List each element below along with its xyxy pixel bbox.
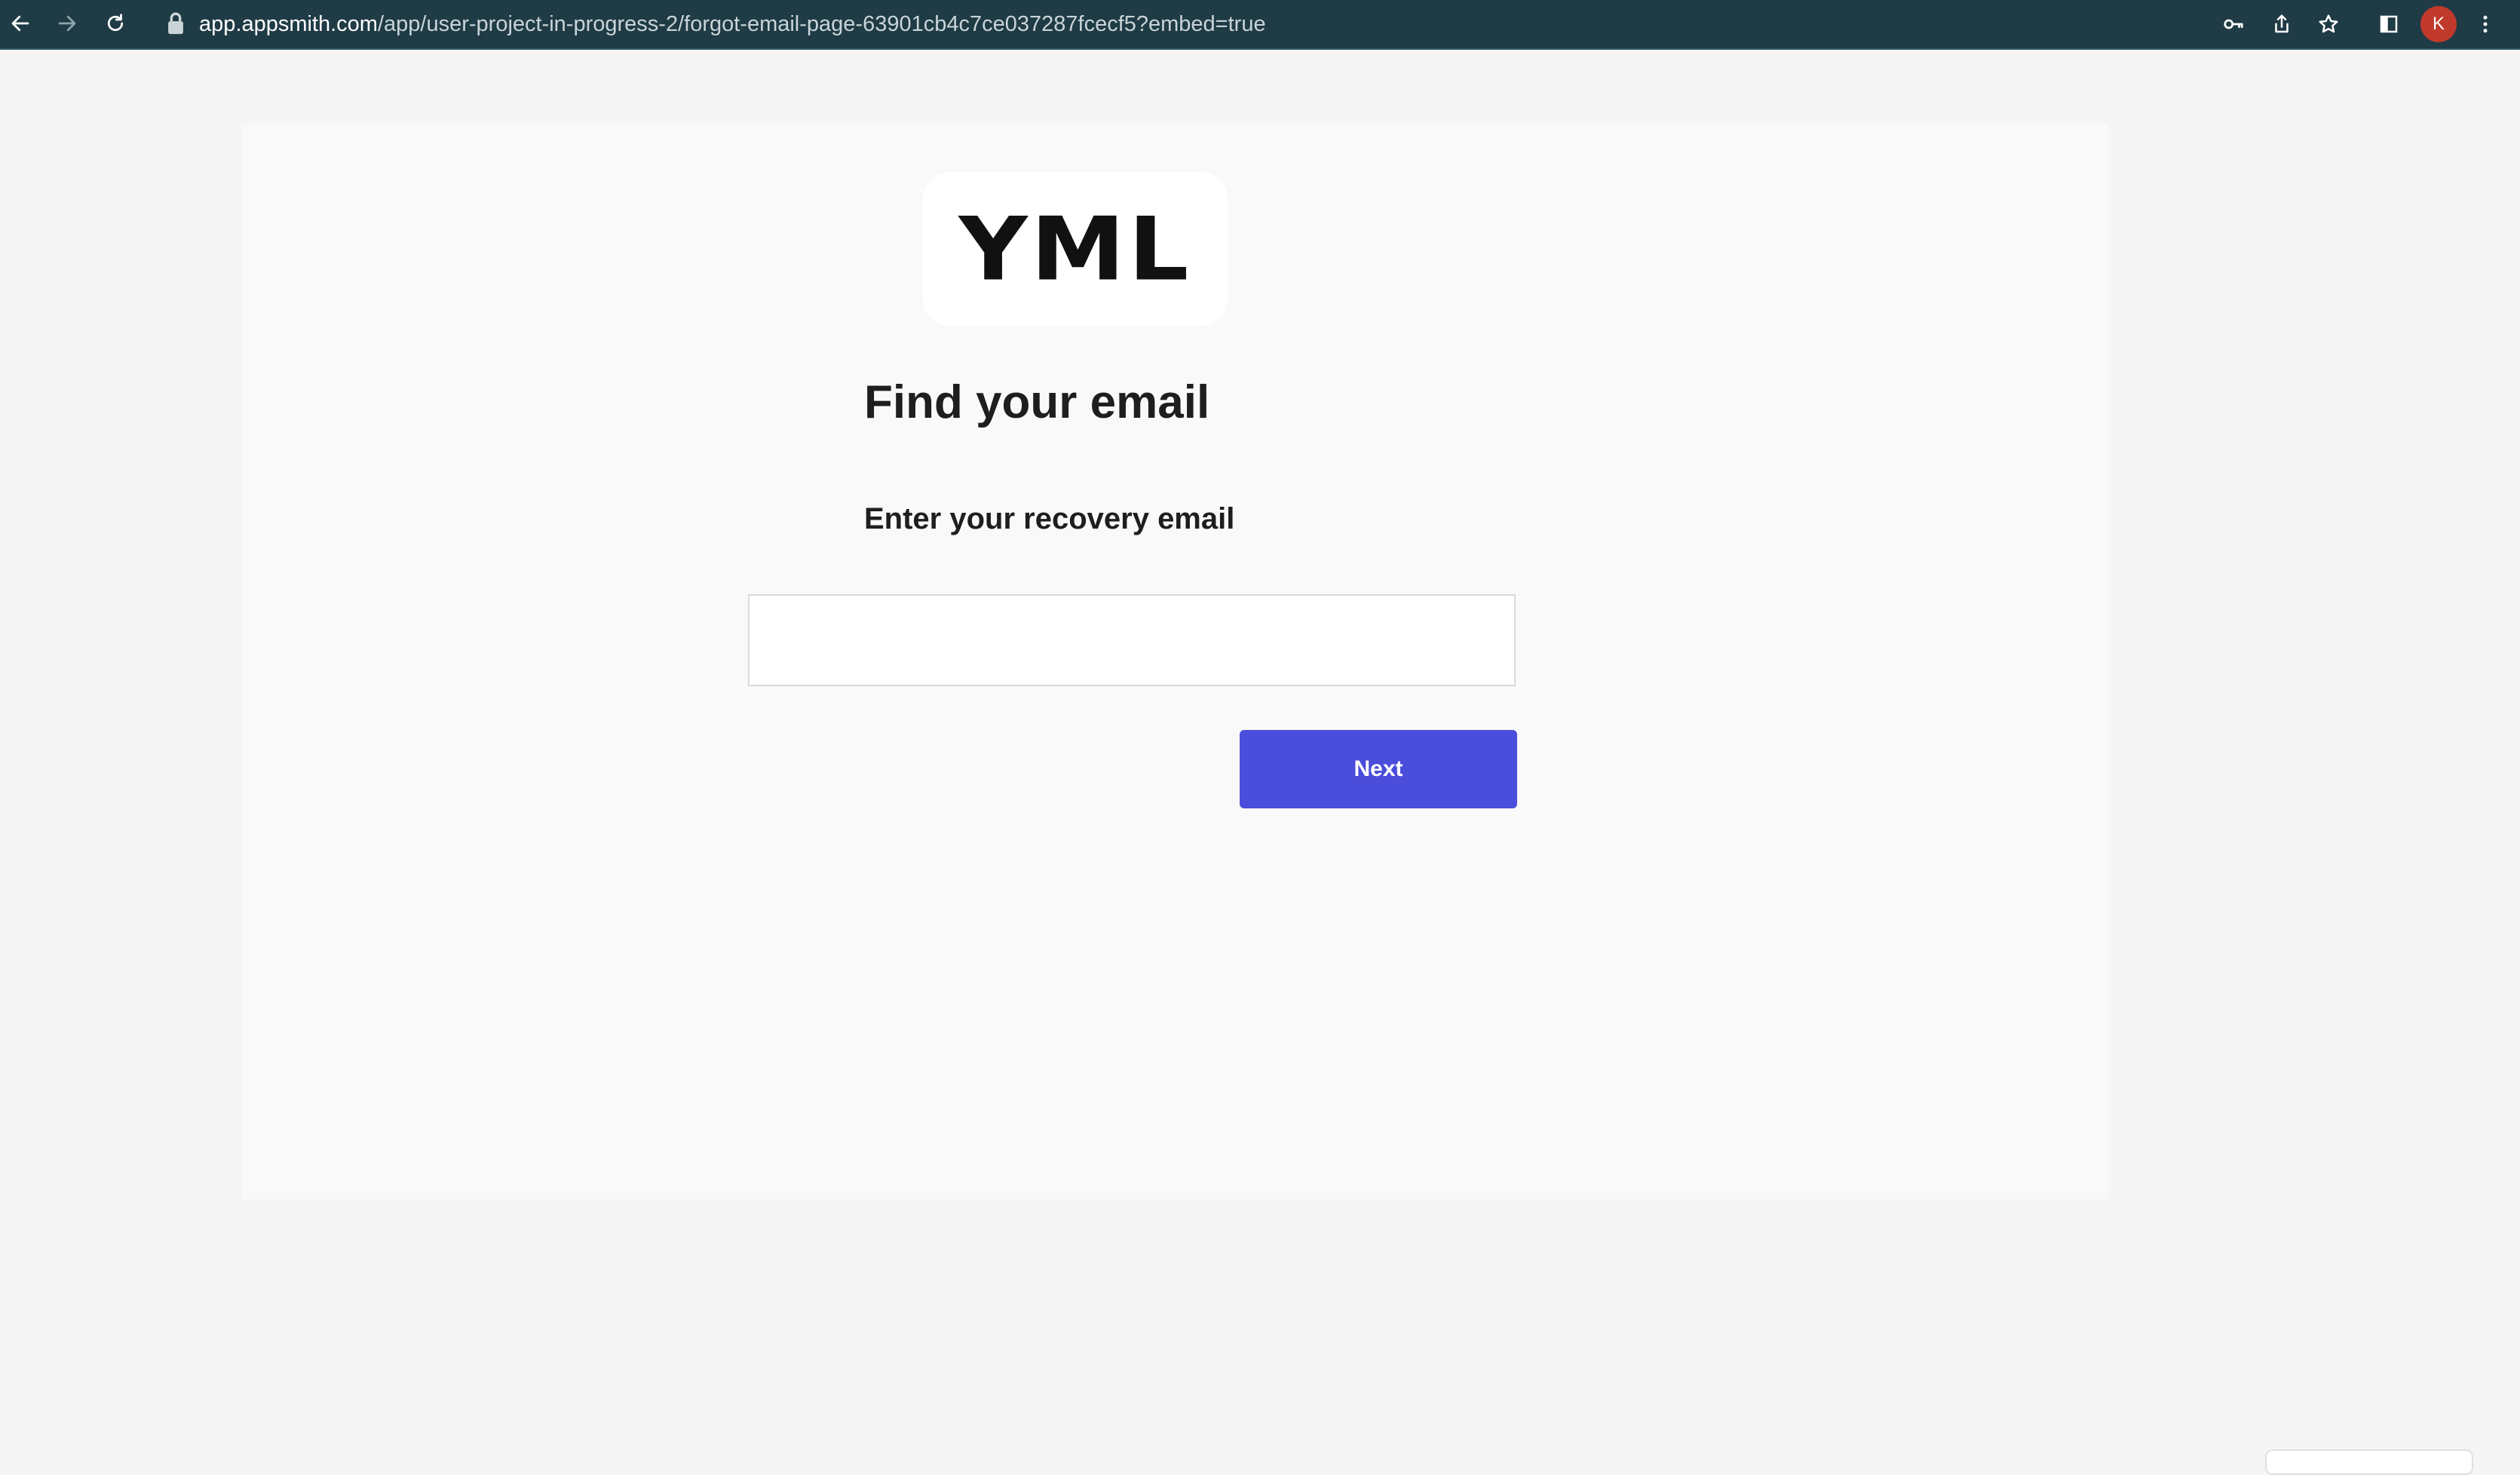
profile-avatar[interactable]: K [2420,6,2457,42]
address-bar[interactable]: app.appsmith.com/app/user-project-in-pro… [199,8,1266,41]
logo-text: YML [958,198,1192,300]
forward-arrow-icon[interactable] [50,6,84,41]
back-arrow-icon[interactable] [3,6,38,41]
url-path: /app/user-project-in-progress-2/forgot-e… [377,12,1266,36]
more-vertical-icon[interactable] [2469,8,2502,41]
logo: YML [923,172,1228,326]
recovery-email-input[interactable] [748,594,1516,686]
page-title: Find your email [864,376,1210,428]
recovery-email-label: Enter your recovery email [864,502,1235,535]
next-button[interactable]: Next [1240,730,1517,808]
lock-icon[interactable] [164,11,187,36]
reload-icon[interactable] [98,6,133,41]
browser-toolbar: app.appsmith.com/app/user-project-in-pro… [0,0,2520,50]
share-icon[interactable] [2265,8,2298,41]
corner-widget[interactable] [2265,1449,2473,1475]
sidebar-icon[interactable] [2372,8,2405,41]
star-icon[interactable] [2312,8,2345,41]
key-icon[interactable] [2217,8,2250,41]
url-host: app.appsmith.com [199,12,378,36]
